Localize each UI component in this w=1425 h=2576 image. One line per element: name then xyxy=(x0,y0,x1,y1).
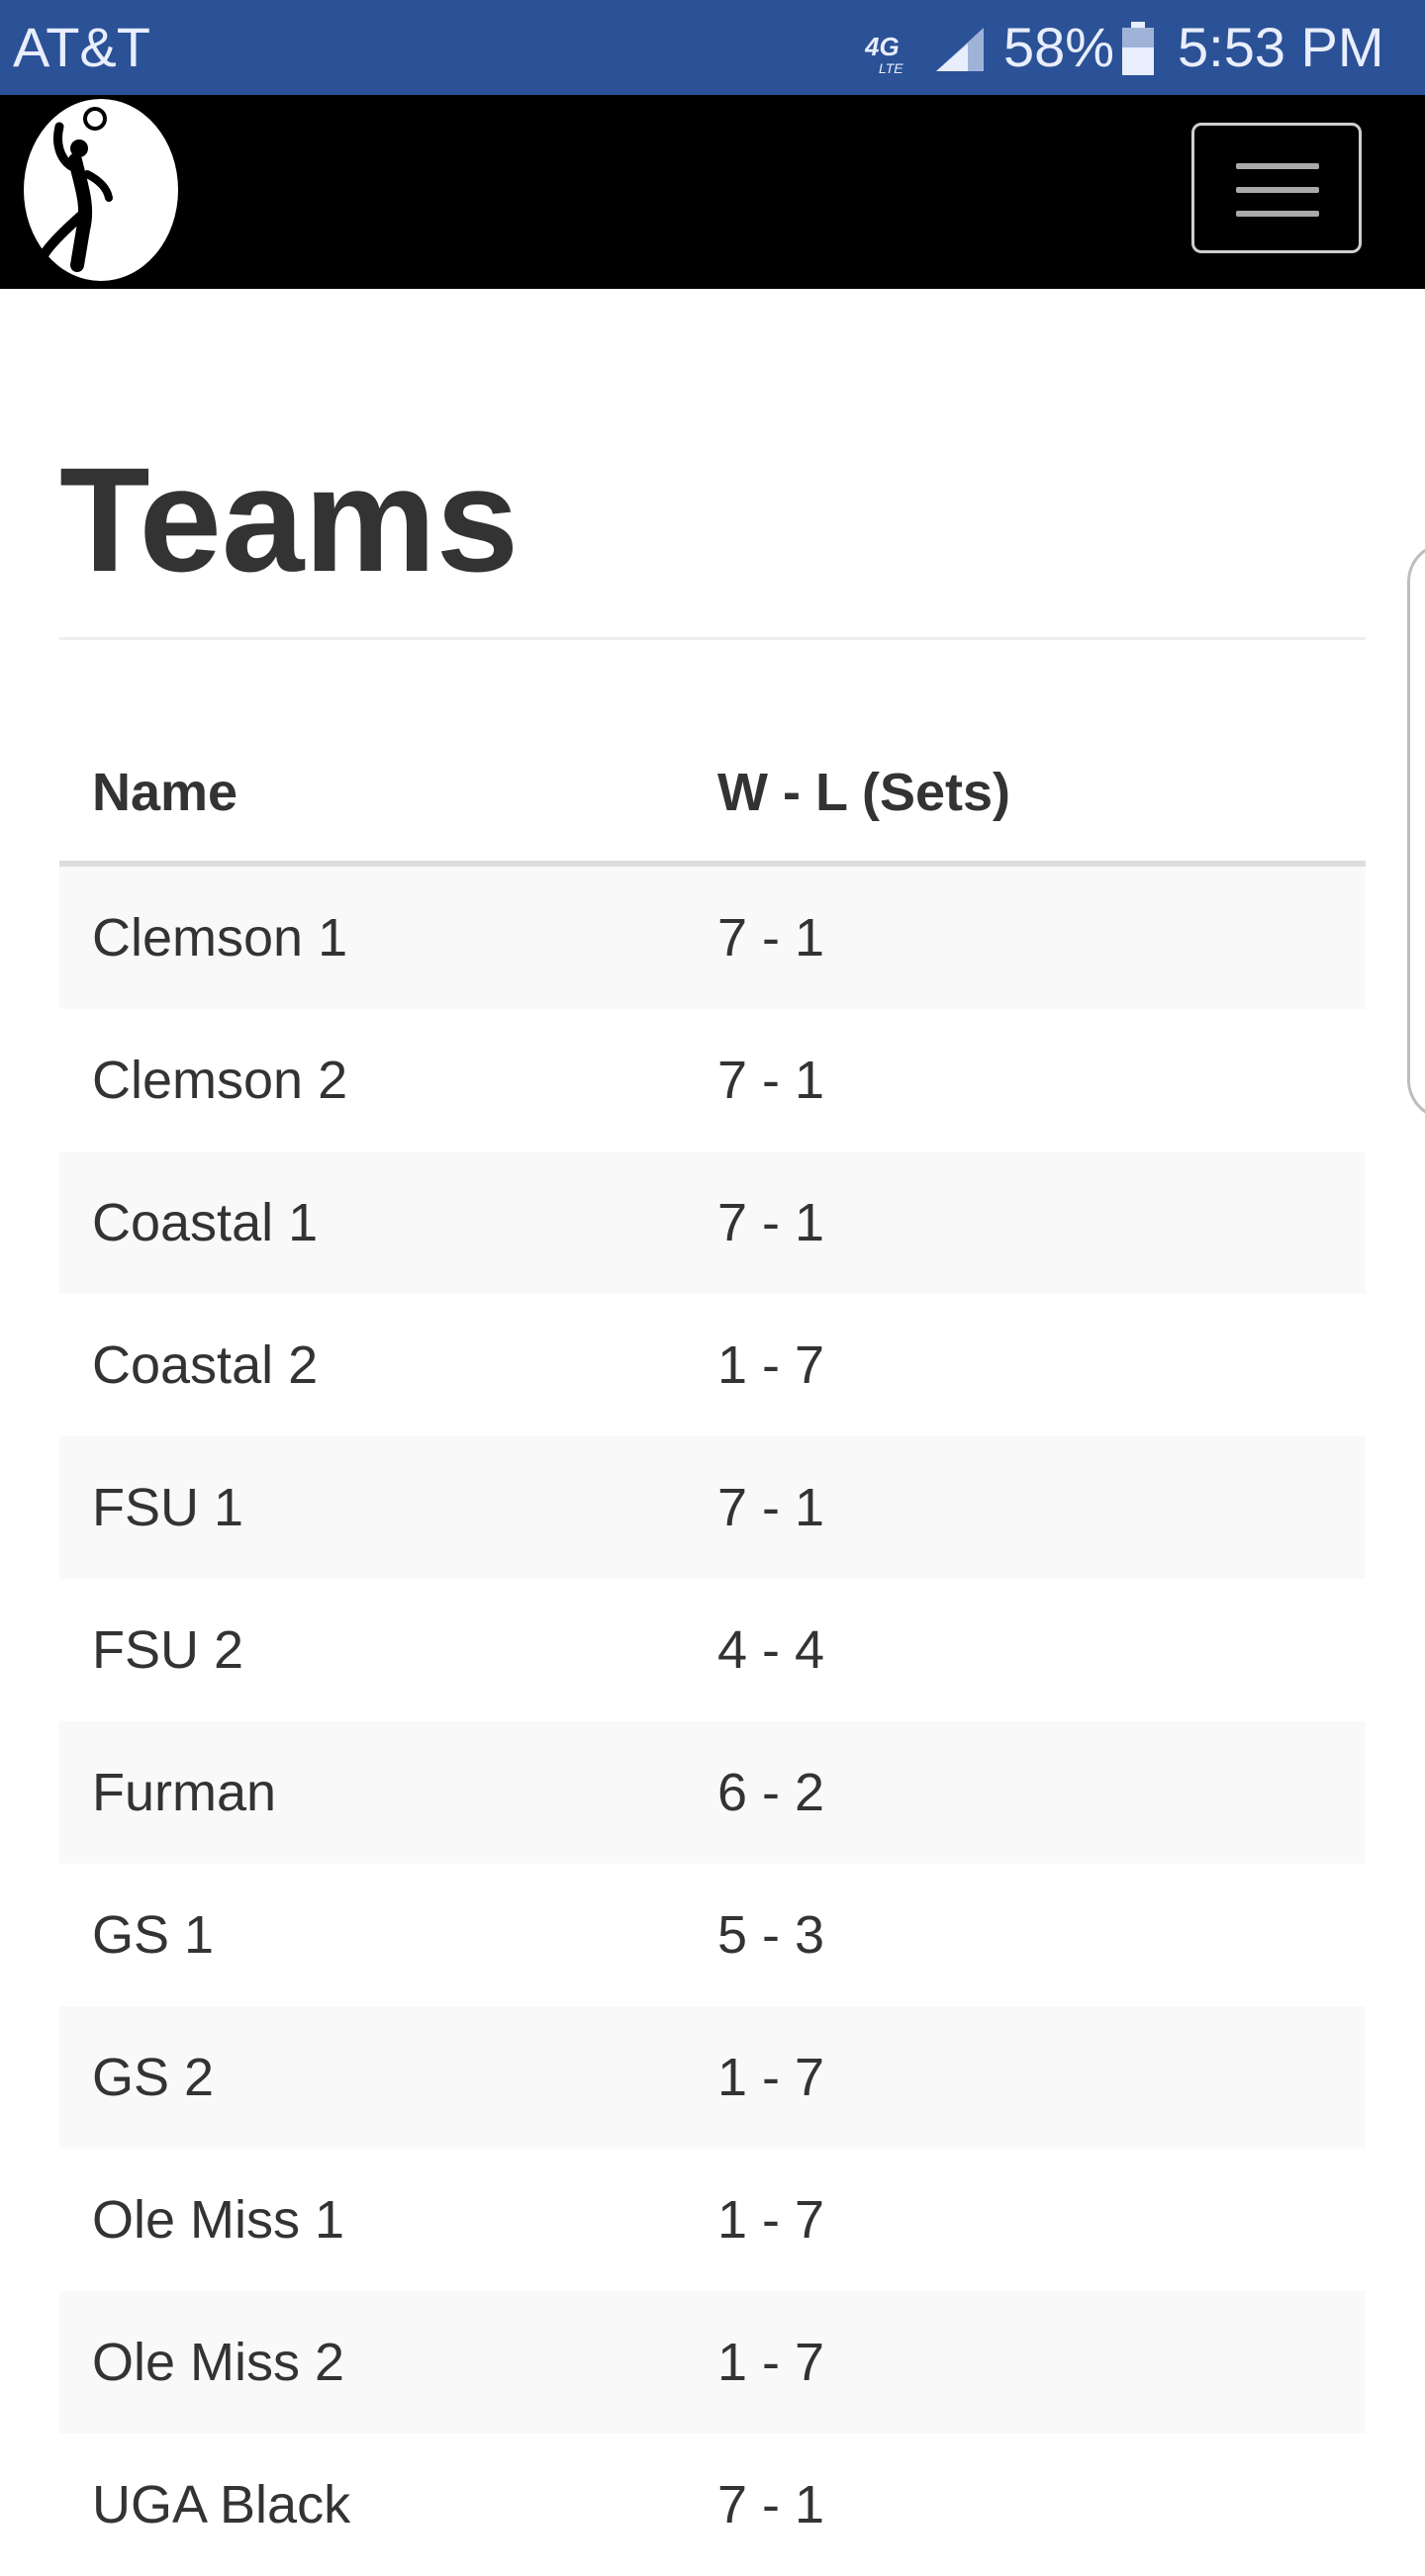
table-row[interactable]: UGA Black 7 - 1 xyxy=(59,2434,1366,2576)
team-record: 5 - 3 xyxy=(717,1905,825,1965)
table-row[interactable]: GS 2 1 - 7 xyxy=(59,2006,1366,2149)
team-name: GS 2 xyxy=(92,2048,215,2107)
volleyball-player-logo[interactable] xyxy=(20,97,182,283)
4g-lte-icon: 4G LTE xyxy=(864,32,916,76)
table-row[interactable]: Clemson 2 7 - 1 xyxy=(59,1009,1366,1151)
team-record: 7 - 1 xyxy=(717,908,825,967)
team-name: GS 1 xyxy=(92,1905,215,1965)
team-record: 1 - 7 xyxy=(717,2333,825,2392)
table-row[interactable]: Clemson 1 7 - 1 xyxy=(59,867,1366,1009)
title-divider xyxy=(59,637,1366,640)
team-name: Ole Miss 1 xyxy=(92,2190,345,2250)
table-row[interactable]: Furman 6 - 2 xyxy=(59,1721,1366,1864)
battery-percent: 58% xyxy=(1003,16,1115,78)
team-record: 7 - 1 xyxy=(717,1051,825,1110)
team-record: 1 - 7 xyxy=(717,2048,825,2107)
team-record: 7 - 1 xyxy=(717,1478,825,1537)
table-row[interactable]: FSU 2 4 - 4 xyxy=(59,1579,1366,1721)
battery-icon xyxy=(1122,22,1154,75)
team-record: 4 - 4 xyxy=(717,1620,825,1680)
team-name: UGA Black xyxy=(92,2475,351,2534)
carrier-label: AT&T xyxy=(13,16,150,78)
team-record: 1 - 7 xyxy=(717,2190,825,2250)
team-record: 7 - 1 xyxy=(717,1193,825,1252)
column-header-name[interactable]: Name xyxy=(92,758,238,827)
team-name: FSU 2 xyxy=(92,1620,244,1680)
table-row[interactable]: Ole Miss 2 1 - 7 xyxy=(59,2291,1366,2434)
svg-text:LTE: LTE xyxy=(879,60,903,75)
team-record: 6 - 2 xyxy=(717,1763,825,1822)
table-row[interactable]: Ole Miss 1 1 - 7 xyxy=(59,2149,1366,2291)
page-title: Teams xyxy=(59,436,520,602)
site-navbar xyxy=(0,95,1425,289)
team-record: 7 - 1 xyxy=(717,2475,825,2534)
clock: 5:53 PM xyxy=(1178,16,1384,78)
column-header-record[interactable]: W - L (Sets) xyxy=(717,758,1010,827)
table-row[interactable]: FSU 1 7 - 1 xyxy=(59,1436,1366,1579)
table-row[interactable]: GS 1 5 - 3 xyxy=(59,1864,1366,2006)
team-name: Furman xyxy=(92,1763,277,1822)
team-record: 1 - 7 xyxy=(717,1335,825,1395)
edge-panel-handle[interactable] xyxy=(1407,542,1425,1120)
table-row[interactable]: Coastal 2 1 - 7 xyxy=(59,1294,1366,1436)
team-name: FSU 1 xyxy=(92,1478,244,1537)
team-name: Clemson 2 xyxy=(92,1051,348,1110)
teams-table: Name W - L (Sets) Clemson 1 7 - 1 Clemso… xyxy=(59,722,1366,2576)
hamburger-menu-button[interactable] xyxy=(1191,123,1362,253)
signal-icon xyxy=(934,26,986,73)
team-name: Ole Miss 2 xyxy=(92,2333,345,2392)
status-bar: AT&T 4G LTE 58% 5:53 PM xyxy=(0,0,1425,95)
team-name: Clemson 1 xyxy=(92,908,348,967)
table-header: Name W - L (Sets) xyxy=(59,722,1366,867)
table-row[interactable]: Coastal 1 7 - 1 xyxy=(59,1151,1366,1294)
team-name: Coastal 1 xyxy=(92,1193,319,1252)
team-name: Coastal 2 xyxy=(92,1335,319,1395)
svg-text:4G: 4G xyxy=(865,32,900,61)
